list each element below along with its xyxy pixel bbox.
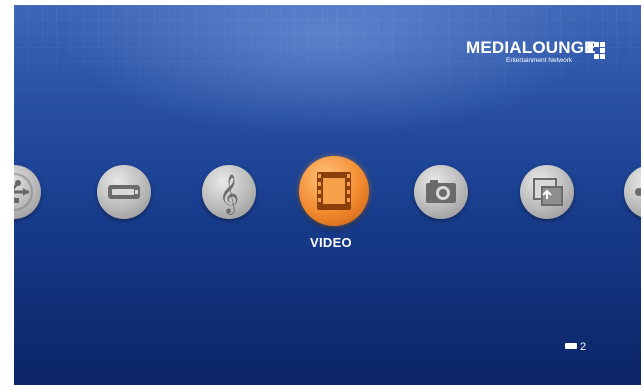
brand-logo: MEDIALOUNGE Entertainment Network — [466, 39, 606, 69]
treble-clef-icon: 𝄞 — [219, 174, 239, 215]
upload-icon — [533, 178, 563, 206]
media-screen: MEDIALOUNGE Entertainment Network 𝄞 VIDE… — [14, 5, 641, 385]
selected-item-label: VIDEO — [310, 235, 352, 250]
menu-item-hdd[interactable] — [97, 165, 151, 219]
brand-name: MEDIALOUNGE — [466, 38, 596, 57]
brand-tagline: Entertainment Network — [506, 57, 573, 64]
film-frame-icon — [317, 172, 351, 210]
menu-item-music[interactable]: 𝄞 — [202, 165, 256, 219]
menu-item-next[interactable] — [624, 165, 641, 219]
svg-text:𝄞: 𝄞 — [219, 174, 239, 215]
page-indicator: 2 — [565, 341, 586, 353]
page-number: 2 — [580, 341, 587, 353]
brand-mark-icon — [588, 42, 605, 59]
partial-icon — [635, 188, 641, 196]
hard-drive-icon — [108, 185, 140, 199]
menu-item-upload[interactable] — [520, 165, 574, 219]
camera-icon — [426, 180, 456, 203]
background-grid — [14, 5, 641, 145]
menu-item-photo[interactable] — [414, 165, 468, 219]
usb-icon — [14, 172, 34, 212]
menu-item-usb[interactable] — [14, 165, 41, 219]
keyboard-icon — [565, 343, 577, 350]
menu-item-video[interactable] — [299, 156, 369, 226]
